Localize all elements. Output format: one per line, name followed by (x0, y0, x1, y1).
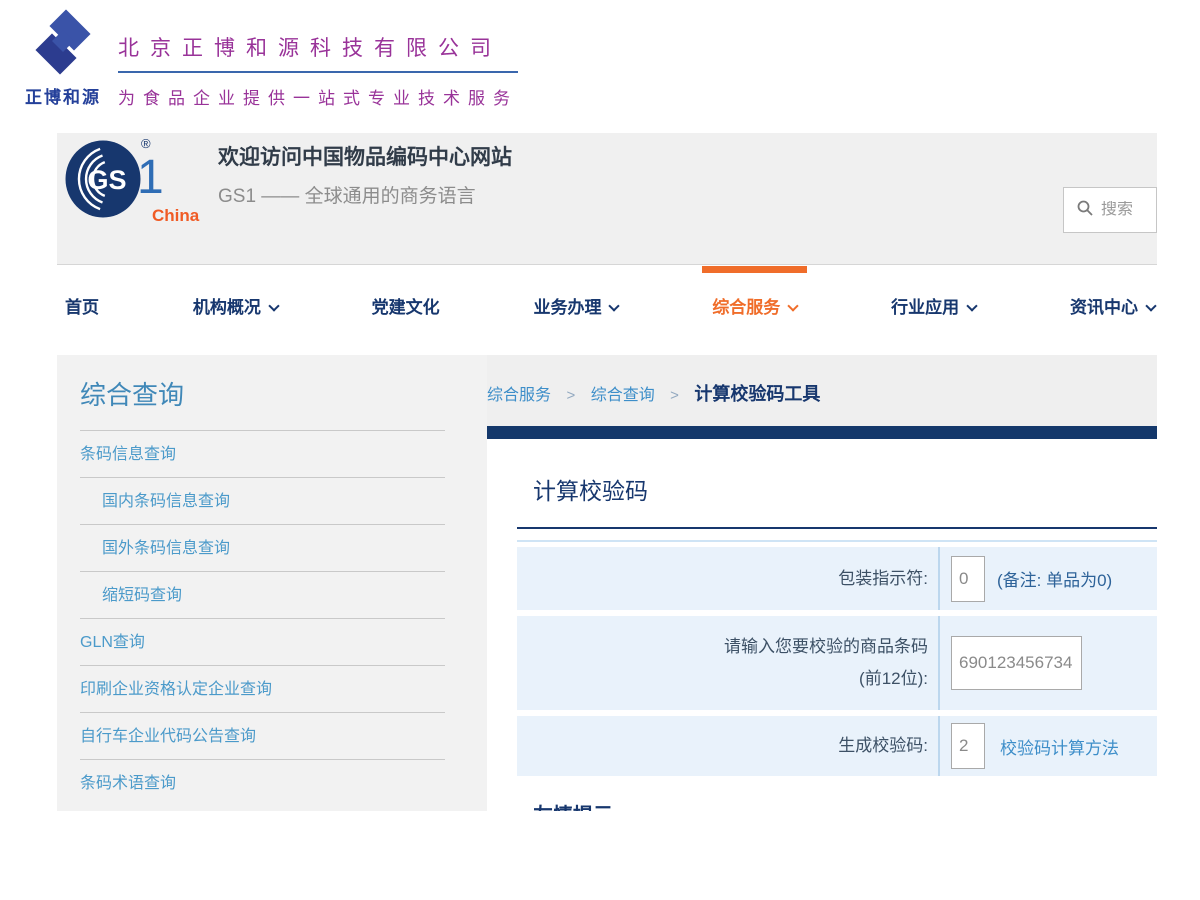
sidebar-query-menu: 综合查询 条码信息查询 国内条码信息查询 国外条码信息查询 缩短码查询 GLN查… (57, 355, 487, 811)
gs1-registered-mark: ® (141, 136, 151, 151)
tips-title: 友情提示 (533, 799, 1157, 811)
check-digit-panel: 计算校验码 包装指示符: (备注: 单品为0) 请输入您要校验的商品条码 (前 (487, 439, 1157, 811)
company-name: 北京正博和源科技有限公司 (118, 32, 518, 73)
sidebar-item-short-code-query[interactable]: 缩短码查询 (80, 572, 445, 619)
breadcrumb-link-query[interactable]: 综合查询 (591, 387, 655, 404)
title-rule (517, 527, 1157, 529)
packaging-indicator-label: 包装指示符: (517, 547, 940, 610)
nav-item-business[interactable]: 业务办理 (533, 265, 618, 355)
gs1-globe-icon: GS (65, 140, 141, 218)
nav-item-news-center[interactable]: 资讯中心 (1070, 265, 1155, 355)
breadcrumb: 综合服务 > 综合查询 > 计算校验码工具 (487, 355, 1157, 426)
check-digit-form: 包装指示符: (备注: 单品为0) 请输入您要校验的商品条码 (前12位): (517, 540, 1157, 776)
breadcrumb-separator: > (566, 387, 575, 404)
navy-divider-bar (487, 426, 1157, 439)
sidebar-item-domestic-barcode-query[interactable]: 国内条码信息查询 (80, 478, 445, 525)
form-row-check-digit: 生成校验码: 校验码计算方法 (517, 716, 1157, 776)
calculation-method-link[interactable]: 校验码计算方法 (1000, 734, 1119, 759)
reseller-brand-block: 正博和源 北京正博和源科技有限公司 为食品企业提供一站式专业技术服务 (16, 4, 518, 109)
sidebar-item-gln-query[interactable]: GLN查询 (80, 619, 445, 666)
nav-item-industry-apps[interactable]: 行业应用 (891, 265, 976, 355)
gs1-one-text: 1 (137, 150, 164, 205)
site-container: GS 1 ® China 欢迎访问中国物品编码中心网站 GS1 —— 全球通用的… (57, 133, 1157, 811)
nav-item-services-active[interactable]: 综合服务 (712, 265, 797, 355)
breadcrumb-separator: > (670, 387, 679, 404)
sidebar-item-barcode-info-query[interactable]: 条码信息查询 (80, 431, 445, 478)
brand-caption: 正博和源 (16, 83, 110, 108)
gs1-china-label: China (152, 206, 199, 226)
search-icon (1077, 200, 1093, 221)
svg-text:GS: GS (87, 165, 126, 195)
welcome-subtitle: GS1 —— 全球通用的商务语言 (218, 181, 512, 208)
chevron-down-icon (788, 300, 799, 311)
check-digit-label: 生成校验码: (517, 716, 940, 776)
welcome-title: 欢迎访问中国物品编码中心网站 (218, 141, 512, 171)
main-nav: 首页 机构概况 党建文化 业务办理 综合服务 行业应用 资讯中心 (57, 265, 1157, 355)
sidebar-title: 综合查询 (80, 369, 445, 431)
packaging-indicator-note: (备注: 单品为0) (997, 566, 1112, 591)
header-band: GS 1 ® China 欢迎访问中国物品编码中心网站 GS1 —— 全球通用的… (57, 133, 1157, 265)
chevron-down-icon (966, 300, 977, 311)
nav-item-about[interactable]: 机构概况 (193, 265, 278, 355)
nav-item-home[interactable]: 首页 (65, 265, 99, 355)
search-box[interactable] (1063, 187, 1157, 233)
chevron-down-icon (1145, 300, 1156, 311)
nav-item-party-culture[interactable]: 党建文化 (372, 265, 440, 355)
barcode-input[interactable] (951, 636, 1082, 690)
zhengbo-logo-icon (30, 63, 96, 80)
form-row-packaging-indicator: 包装指示符: (备注: 单品为0) (517, 547, 1157, 610)
packaging-indicator-input[interactable] (951, 556, 985, 602)
sidebar-item-bicycle-enterprise-query[interactable]: 自行车企业代码公告查询 (80, 713, 445, 760)
form-row-barcode-input: 请输入您要校验的商品条码 (前12位): (517, 616, 1157, 710)
search-input[interactable] (1101, 201, 1153, 219)
sidebar-item-printing-enterprise-query[interactable]: 印刷企业资格认定企业查询 (80, 666, 445, 713)
chevron-down-icon (609, 300, 620, 311)
barcode-input-label: 请输入您要校验的商品条码 (前12位): (517, 616, 940, 710)
company-tagline: 为食品企业提供一站式专业技术服务 (118, 84, 518, 109)
chevron-down-icon (268, 300, 279, 311)
page-title: 计算校验码 (533, 472, 1157, 506)
sidebar-item-barcode-terms-query[interactable]: 条码术语查询 (80, 760, 445, 807)
breadcrumb-link-services[interactable]: 综合服务 (487, 387, 551, 404)
check-digit-output[interactable] (951, 723, 985, 769)
breadcrumb-current: 计算校验码工具 (694, 384, 820, 404)
sidebar-item-foreign-barcode-query[interactable]: 国外条码信息查询 (80, 525, 445, 572)
